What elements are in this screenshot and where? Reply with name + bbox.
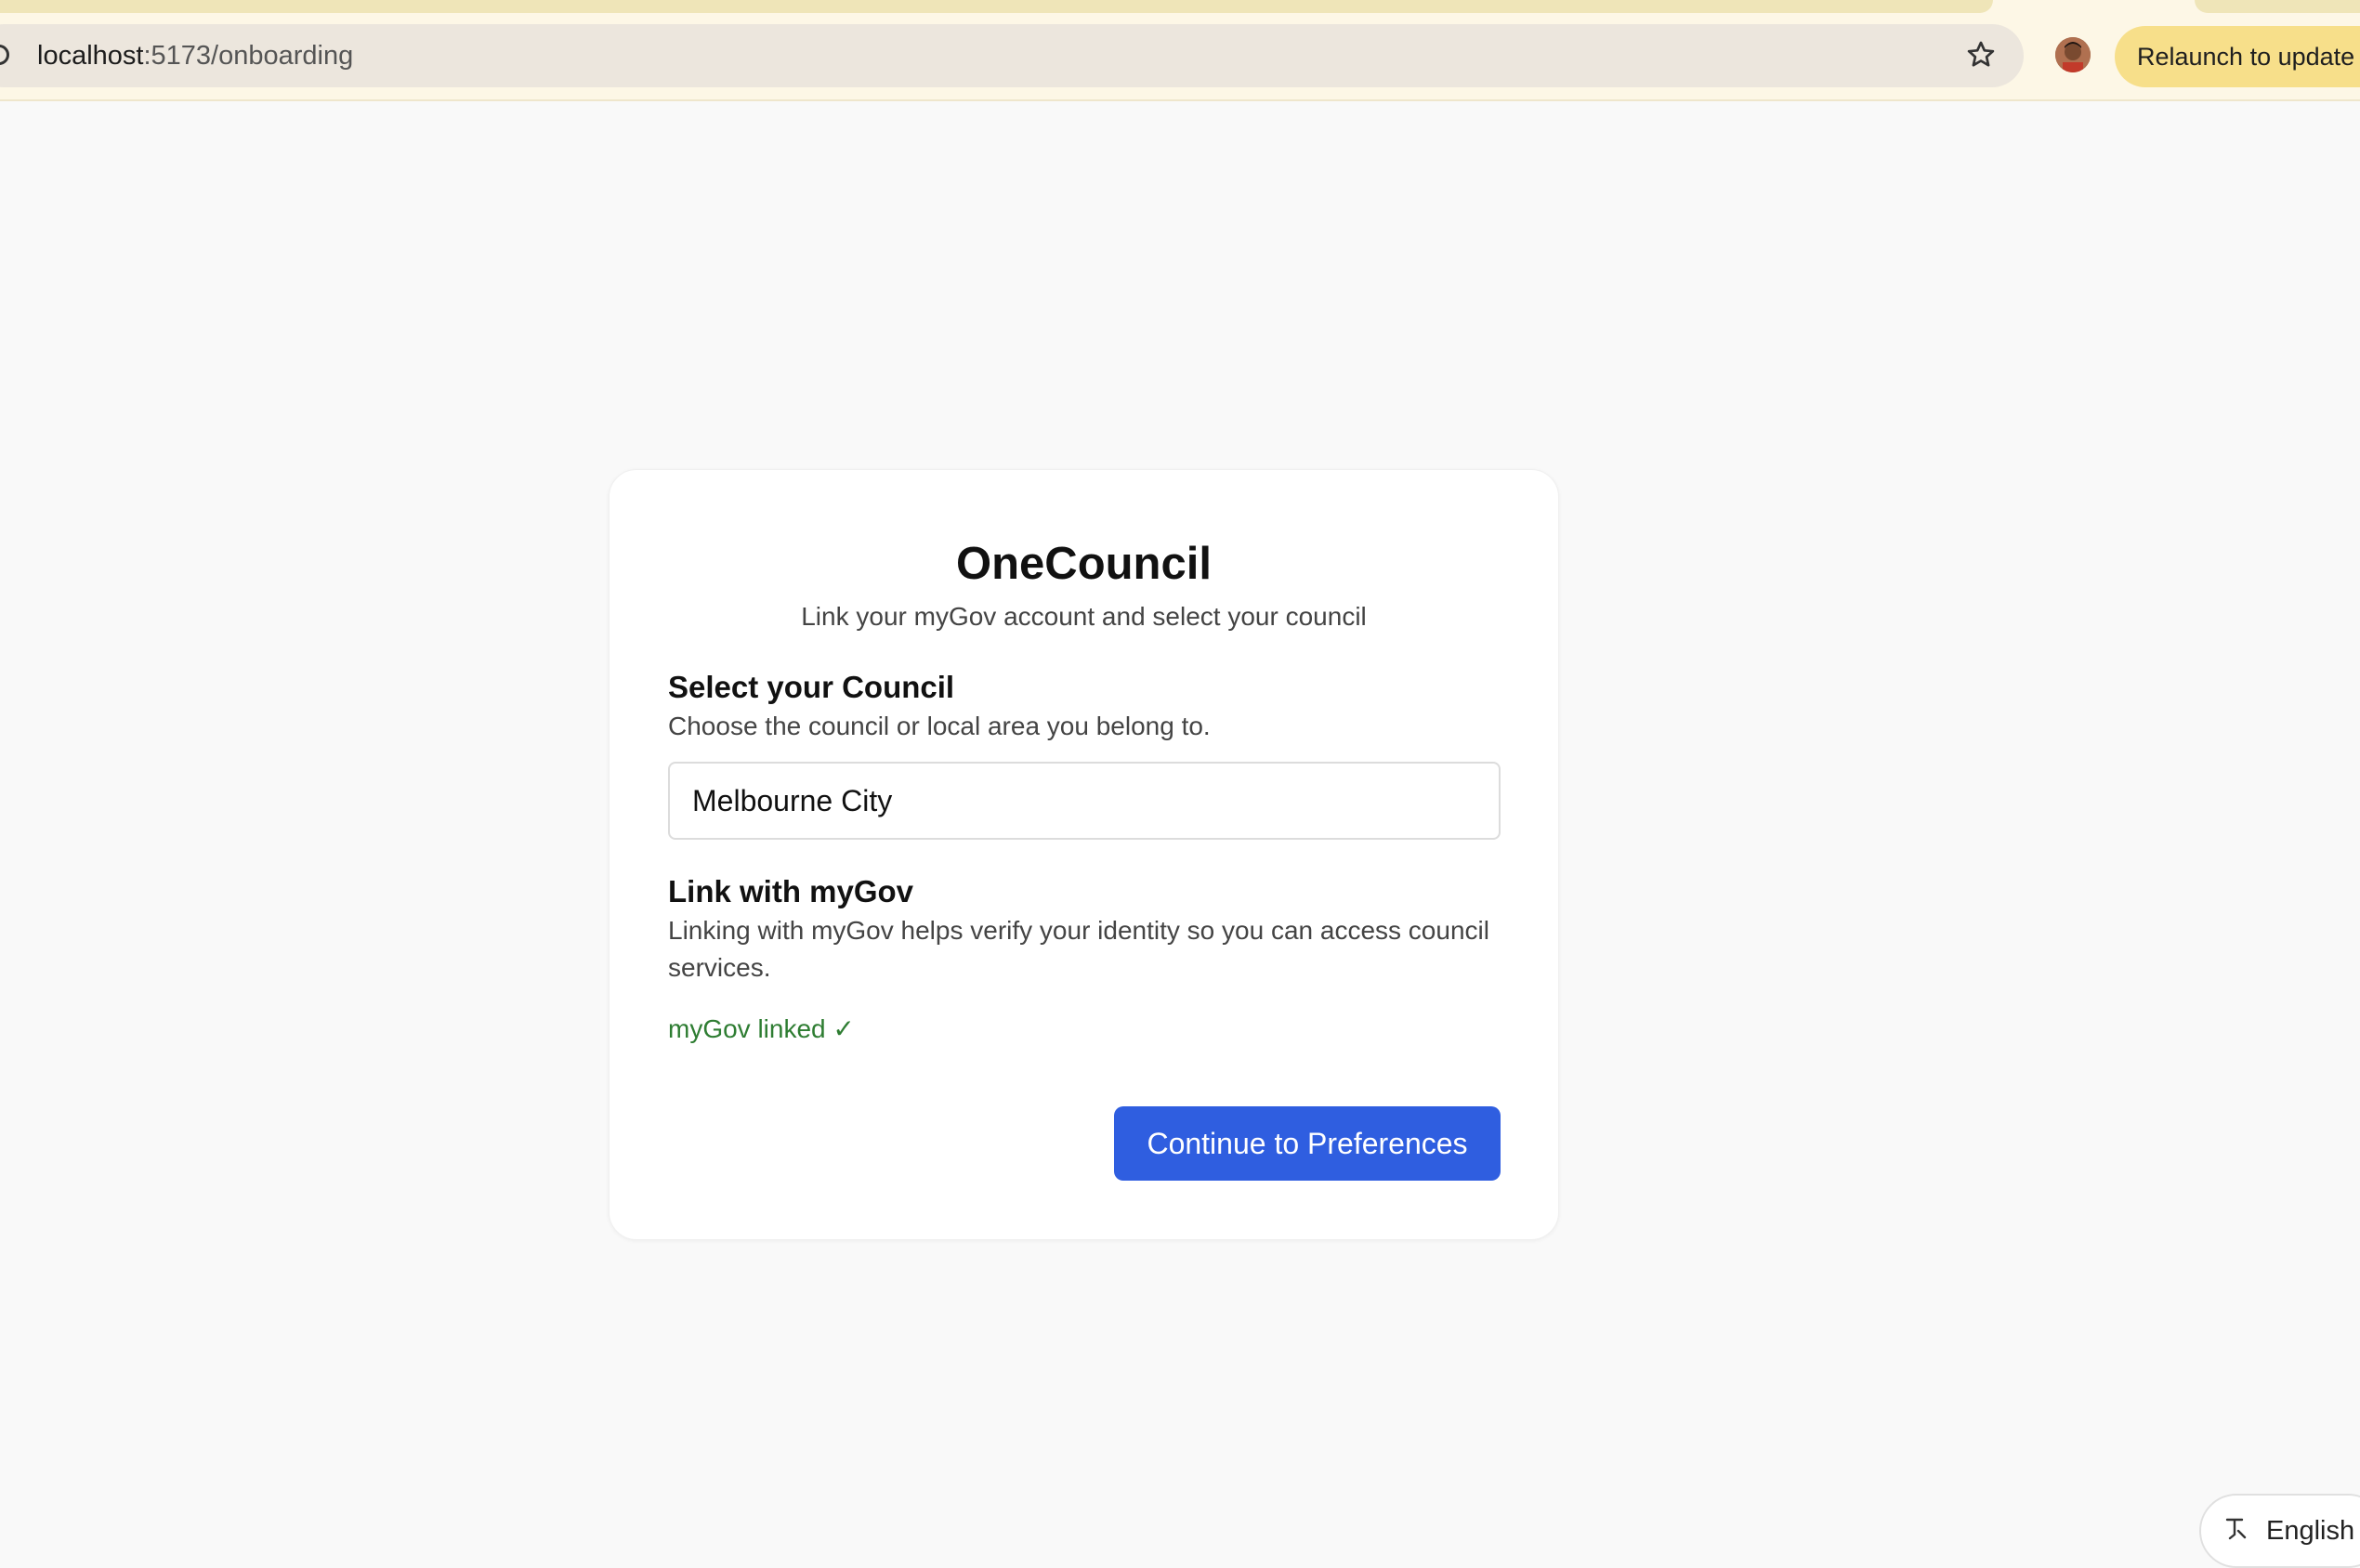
mygov-section-description: Linking with myGov helps verify your ide… (668, 916, 1489, 982)
tab-strip-right (2195, 0, 2360, 13)
mygov-section-heading: Link with myGov (668, 874, 914, 908)
url-host: localhost (37, 41, 144, 71)
language-selector[interactable]: English (2199, 1494, 2360, 1568)
app-title: OneCouncil (956, 539, 1212, 589)
bookmark-star-icon[interactable] (1962, 35, 1999, 74)
app-subtitle: Link your myGov account and select your … (801, 602, 1367, 631)
url-text[interactable]: localhost:5173/onboarding (37, 37, 353, 74)
relaunch-button[interactable]: Relaunch to update (2115, 26, 2360, 87)
url-path: :5173/onboarding (143, 41, 354, 71)
tab-strip (0, 0, 1993, 13)
mygov-linked-status: myGov linked ✓ (668, 1014, 855, 1043)
council-section-heading: Select your Council (668, 670, 955, 704)
profile-avatar[interactable] (2055, 37, 2091, 72)
council-input[interactable] (668, 762, 1501, 840)
browser-toolbar: localhost:5173/onboarding Relaunch to up… (0, 0, 2360, 101)
language-label: English (2266, 1516, 2355, 1546)
onboarding-card: OneCouncil Link your myGov account and s… (609, 469, 1559, 1240)
translate-icon (2222, 1514, 2249, 1542)
council-section-description: Choose the council or local area you bel… (668, 712, 1211, 740)
continue-to-preferences-button[interactable]: Continue to Preferences (1114, 1106, 1501, 1181)
